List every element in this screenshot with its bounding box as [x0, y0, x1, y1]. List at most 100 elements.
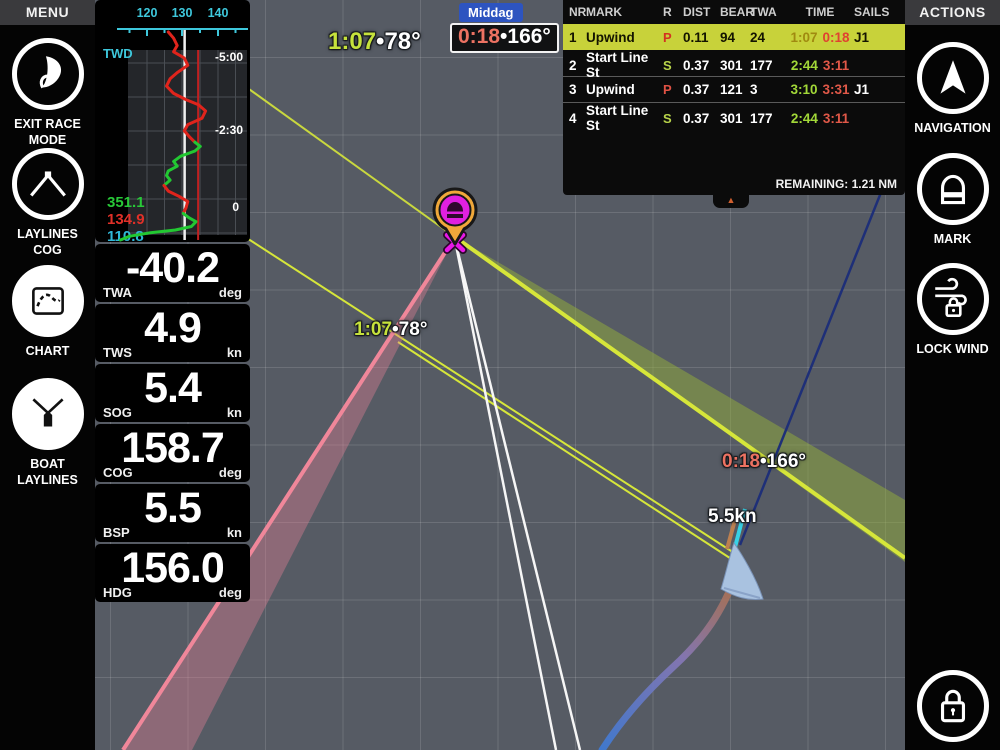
instrument-label: BSP	[103, 525, 130, 540]
sidebar-button-laylines-cog[interactable]: LAYLINES COG	[0, 148, 95, 258]
layline-edge-starboard	[455, 237, 905, 558]
cell-mark: Upwind	[586, 82, 663, 97]
instrument-unit: kn	[227, 525, 242, 540]
sidebar-button-boat-laylines[interactable]: BOAT LAYLINES	[0, 378, 95, 488]
instrument-label: TWS	[103, 345, 132, 360]
wind-lock-icon	[917, 263, 989, 335]
race-marks-table: NRMARK RDIST BEARTWA TIMESAILS 1UpwindP0…	[563, 0, 905, 195]
twd-readout-red: 134.9	[107, 211, 145, 228]
cell-nr: 3	[569, 82, 586, 97]
right-sidebar: ACTIONS NAVIGATION MARK LOCK WIND	[905, 0, 1000, 750]
instrument-label: COG	[103, 465, 133, 480]
sidebar-button-label: LOCK WIND	[907, 341, 999, 357]
table-row-mark-1[interactable]: 1UpwindP0.1194241:070:18J1	[563, 24, 905, 50]
instrument-tws[interactable]: 4.9TWSkn	[95, 304, 250, 362]
instrument-unit: deg	[219, 465, 242, 480]
cell-twa: 24	[750, 30, 786, 45]
mark-name-badge[interactable]: Middag	[459, 3, 523, 22]
instrument-label: SOG	[103, 405, 132, 420]
instrument-unit: kn	[227, 405, 242, 420]
cell-mark: Start Line St	[586, 50, 663, 80]
boat-icon[interactable]	[721, 543, 763, 600]
cell-nr: 1	[569, 30, 586, 45]
twd-time-tick: -5:00	[215, 50, 243, 64]
table-collapse-tab[interactable]: ▲	[713, 195, 749, 208]
cell-bear: 94	[720, 30, 750, 45]
instrument-twa[interactable]: -40.2TWAdeg	[95, 244, 250, 302]
sidebar-button-label: CHART	[2, 343, 94, 359]
twd-time-tick: -2:30	[215, 123, 243, 137]
padlock-icon	[917, 670, 989, 742]
cell-mark: Upwind	[586, 30, 663, 45]
boat-trail	[602, 573, 737, 750]
sidebar-button-exit-race-mode[interactable]: EXIT RACE MODE	[0, 38, 95, 148]
instrument-sog[interactable]: 5.4SOGkn	[95, 364, 250, 422]
cell-time: 1:070:18	[786, 30, 854, 45]
table-header: NRMARK RDIST BEARTWA TIMESAILS	[563, 0, 905, 24]
instrument-unit: kn	[227, 345, 242, 360]
sidebar-button-label: EXIT RACE MODE	[2, 116, 94, 148]
instrument-hdg[interactable]: 156.0HDGdeg	[95, 544, 250, 602]
cell-twa: 177	[750, 111, 786, 126]
twd-time-tick: 0	[232, 200, 239, 214]
chart-icon	[12, 265, 84, 337]
cell-dist: 0.37	[683, 111, 720, 126]
table-row-mark-4[interactable]: 4Start Line StS0.373011772:443:11	[563, 102, 905, 128]
cell-time: 3:103:31	[786, 82, 854, 97]
instrument-unit: deg	[219, 285, 242, 300]
instrument-label: TWA	[103, 285, 132, 300]
layline-label-mid: 1:07•78°	[354, 319, 427, 341]
sidebar-button-lock[interactable]	[905, 670, 1000, 742]
table-row-mark-2[interactable]: 2Start Line StS0.373011772:443:11	[563, 50, 905, 76]
sidebar-button-label: LAYLINES COG	[2, 226, 94, 258]
cell-dist: 0.37	[683, 58, 720, 73]
twd-axis-tick: 140	[208, 6, 229, 20]
buoy-icon	[917, 153, 989, 225]
sidebar-button-lock-wind[interactable]: LOCK WIND	[905, 263, 1000, 357]
cell-twa: 177	[750, 58, 786, 73]
instrument-unit: deg	[219, 585, 242, 600]
course-line-2	[455, 240, 580, 750]
laylines-icon	[12, 148, 84, 220]
sidebar-button-navigation[interactable]: NAVIGATION	[905, 42, 1000, 136]
twd-readout-green: 351.1	[107, 194, 145, 211]
sidebar-button-mark[interactable]: MARK	[905, 153, 1000, 247]
cell-nr: 4	[569, 111, 586, 126]
twd-axis-tick: 120	[137, 6, 158, 20]
countdown-box[interactable]: 0:18•166°	[450, 23, 559, 53]
sidebar-button-label: MARK	[907, 231, 999, 247]
cell-bear: 121	[720, 82, 750, 97]
cell-time: 2:443:11	[786, 58, 854, 73]
cell-twa: 3	[750, 82, 786, 97]
cell-rounding: P	[663, 82, 683, 97]
cell-bear: 301	[720, 111, 750, 126]
cell-rounding: S	[663, 111, 683, 126]
instrument-cog[interactable]: 158.7COGdeg	[95, 424, 250, 482]
cell-dist: 0.11	[683, 30, 720, 45]
sail-icon	[12, 38, 84, 110]
menu-button[interactable]: MENU	[0, 0, 95, 25]
layline-label-right: 0:18•166°	[722, 451, 806, 473]
layline-label-top: 1:07•78°	[328, 28, 421, 56]
instrument-bsp[interactable]: 5.5BSPkn	[95, 484, 250, 542]
left-sidebar: MENU EXIT RACE MODE LAYLINES COG CHART BOAT…	[0, 0, 95, 750]
boat-speed-label: 5.5kn	[708, 506, 757, 528]
instrument-panel: 120 130 140 TWD -5:00 -2:30 0 351.1 134.…	[95, 0, 250, 604]
remaining-distance: REMAINING: 1.21 NM	[776, 177, 897, 191]
mark-pin[interactable]	[434, 189, 476, 244]
sidebar-button-chart[interactable]: CHART	[0, 265, 95, 359]
cell-nr: 2	[569, 58, 586, 73]
cell-sails: J1	[854, 82, 907, 97]
actions-header[interactable]: ACTIONS	[905, 0, 1000, 25]
cell-bear: 301	[720, 58, 750, 73]
course-line-1	[455, 240, 556, 750]
boat-laylines-icon	[12, 378, 84, 450]
cell-mark: Start Line St	[586, 103, 663, 133]
navigation-arrow-icon	[917, 42, 989, 114]
twd-history-chart[interactable]: 120 130 140 TWD -5:00 -2:30 0 351.1 134.…	[95, 0, 250, 242]
cell-time: 2:443:11	[786, 111, 854, 126]
cell-dist: 0.37	[683, 82, 720, 97]
twd-title: TWD	[103, 46, 133, 61]
cell-rounding: S	[663, 58, 683, 73]
cell-rounding: P	[663, 30, 683, 45]
